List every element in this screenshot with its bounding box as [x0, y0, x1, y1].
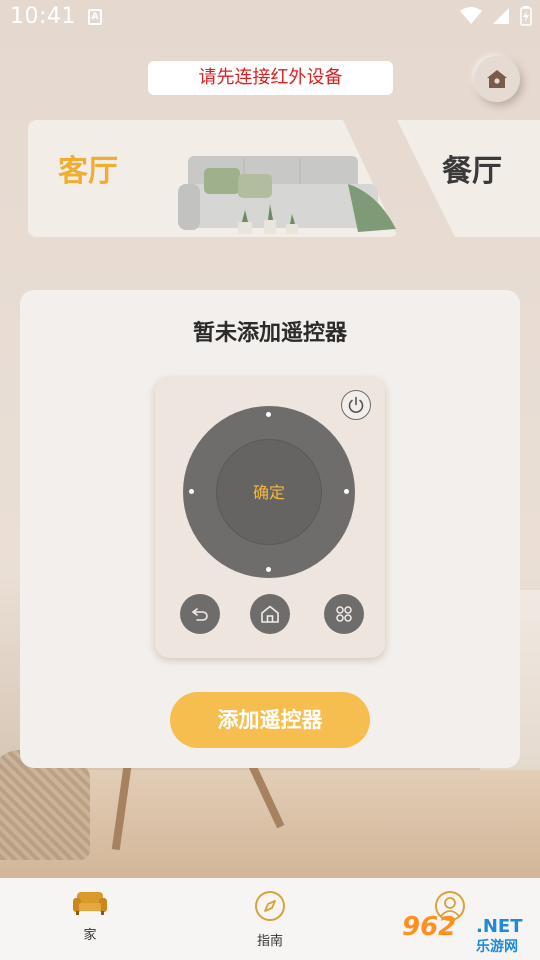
- power-icon: [348, 396, 364, 413]
- watermark-name: 乐游网: [476, 939, 518, 955]
- status-bar: 10:41 A: [0, 0, 540, 36]
- grid-icon: [336, 606, 352, 622]
- remote-panel: 暂未添加遥控器 确定 添加遥控器: [20, 290, 520, 768]
- home-key-button: [250, 594, 290, 634]
- room-tab-label: 客厅: [58, 154, 118, 189]
- watermark-number: 962: [402, 912, 457, 942]
- house-icon: [487, 70, 507, 88]
- connect-device-prompt[interactable]: 请先连接红外设备: [148, 61, 393, 95]
- wifi-icon: [460, 7, 482, 24]
- watermark-domain: .NET: [476, 916, 523, 937]
- site-watermark: 962 .NET 乐游网: [400, 912, 536, 956]
- up-indicator: [266, 412, 271, 417]
- home-icon: [261, 605, 279, 623]
- notification-app-icon: A: [88, 9, 102, 25]
- signal-icon: [493, 8, 509, 24]
- nav-item-home[interactable]: 家: [50, 890, 130, 943]
- right-indicator: [344, 489, 349, 494]
- compass-icon: [255, 891, 285, 921]
- nav-label: 家: [83, 928, 97, 943]
- room-tab-living-room[interactable]: 客厅: [28, 120, 398, 237]
- back-arrow-icon: [192, 608, 208, 621]
- status-time: 10:41: [10, 4, 76, 29]
- room-tab-label: 餐厅: [442, 154, 502, 189]
- nav-item-guide[interactable]: 指南: [230, 890, 310, 949]
- back-button: [180, 594, 220, 634]
- ok-button: 确定: [216, 439, 322, 545]
- home-settings-button[interactable]: [474, 56, 520, 102]
- no-remote-title: 暂未添加遥控器: [192, 321, 347, 346]
- power-button: [341, 390, 371, 420]
- sofa-illustration: [178, 156, 396, 234]
- room-tab-dining-room[interactable]: 餐厅: [397, 120, 540, 237]
- add-remote-button[interactable]: 添加遥控器: [170, 692, 370, 748]
- battery-icon: [520, 6, 532, 26]
- left-indicator: [189, 489, 194, 494]
- status-icons: [460, 6, 532, 26]
- remote-illustration: 确定: [155, 378, 385, 658]
- menu-button: [324, 594, 364, 634]
- nav-label: 指南: [256, 934, 283, 949]
- down-indicator: [266, 567, 271, 572]
- direction-pad: 确定: [183, 406, 355, 578]
- sofa-icon: [73, 892, 107, 915]
